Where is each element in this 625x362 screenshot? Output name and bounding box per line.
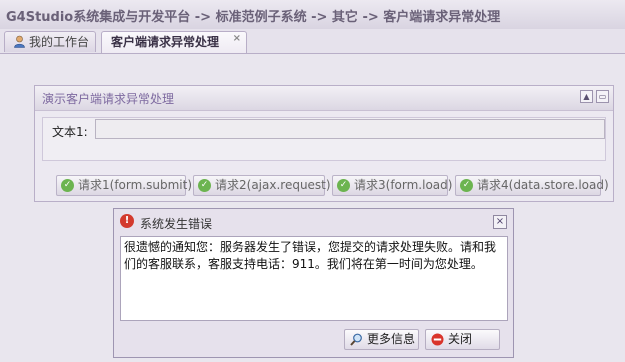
close-button[interactable]: 关闭 [425, 329, 500, 350]
panel-title: 演示客户端请求异常处理 [42, 92, 175, 106]
request2-button[interactable]: ✓ 请求2(ajax.request) [193, 175, 331, 196]
request2-label: 请求2(ajax.request) [215, 178, 331, 192]
request4-label: 请求4(data.store.load) [477, 178, 609, 192]
form-body: 文本1: [42, 117, 606, 161]
dialog-title: 系统发生错误 [140, 217, 213, 231]
more-info-label: 更多信息 [367, 332, 416, 346]
stop-icon [431, 333, 444, 346]
collapse-icon[interactable]: ▲ [580, 90, 593, 103]
request1-label: 请求1(form.submit) [78, 178, 192, 192]
tab-home[interactable]: 我的工作台 [4, 31, 96, 52]
request1-button[interactable]: ✓ 请求1(form.submit) [56, 175, 192, 196]
dialog-close-icon[interactable]: × [493, 215, 507, 229]
title-bar: G4Studio系统集成与开发平台 -> 标准范例子系统 -> 其它 -> 客户… [0, 0, 625, 30]
error-icon: ! [120, 214, 134, 228]
more-info-button[interactable]: 更多信息 [344, 329, 419, 350]
close-label: 关闭 [448, 332, 473, 346]
breadcrumb: G4Studio系统集成与开发平台 -> 标准范例子系统 -> 其它 -> 客户… [6, 10, 501, 25]
error-message: 很遗憾的通知您：服务器发生了错误，您提交的请求处理失败。请和我们的客服联系，客服… [120, 236, 508, 321]
demo-panel: 演示客户端请求异常处理 ▲ ▭ 文本1: ✓ 请求1(form.submit) … [34, 85, 614, 202]
tab-home-label: 我的工作台 [29, 35, 90, 49]
magnifier-icon [350, 333, 362, 346]
check-icon: ✓ [198, 179, 211, 192]
field-label: 文本1: [52, 125, 88, 139]
tab-active-label: 客户端请求异常处理 [111, 35, 220, 49]
dialog-header: ! 系统发生错误 × [114, 209, 513, 235]
maximize-icon[interactable]: ▭ [596, 90, 609, 103]
request3-button[interactable]: ✓ 请求3(form.load) [332, 175, 452, 196]
text1-input[interactable] [95, 119, 605, 139]
request4-button[interactable]: ✓ 请求4(data.store.load) [455, 175, 609, 196]
tab-close-icon[interactable]: × [233, 29, 241, 49]
tab-exception-handling[interactable]: 客户端请求异常处理 × [101, 31, 247, 53]
panel-header: 演示客户端请求异常处理 ▲ ▭ [35, 86, 613, 111]
check-icon: ✓ [61, 179, 74, 192]
user-icon [14, 35, 25, 48]
tab-bar: 我的工作台 客户端请求异常处理 × [0, 29, 625, 54]
check-icon: ✓ [337, 179, 350, 192]
check-icon: ✓ [460, 179, 473, 192]
error-dialog: ! 系统发生错误 × 很遗憾的通知您：服务器发生了错误，您提交的请求处理失败。请… [113, 208, 514, 358]
request3-label: 请求3(form.load) [354, 178, 453, 192]
